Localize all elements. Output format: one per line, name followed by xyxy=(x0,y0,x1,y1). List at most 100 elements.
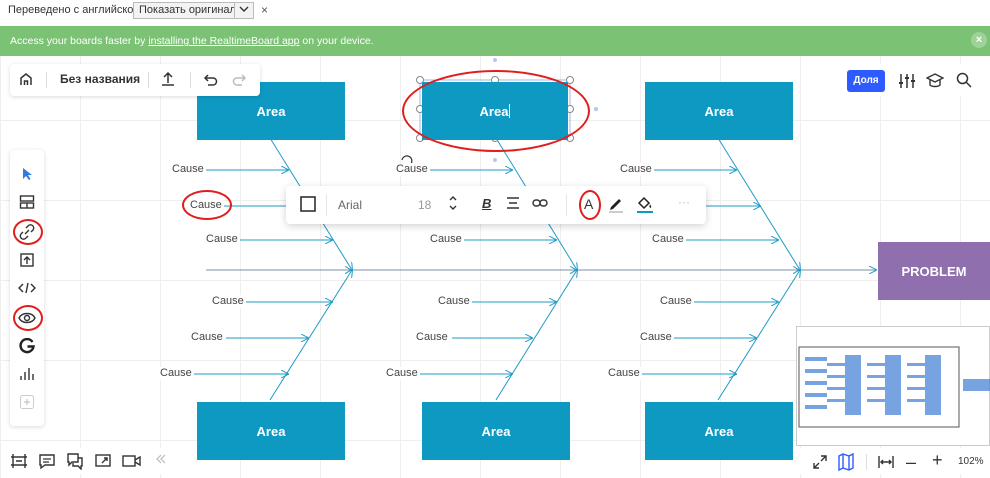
bone-bottom-2 xyxy=(495,270,577,401)
area-box[interactable]: Area xyxy=(422,402,570,460)
chart-tool[interactable] xyxy=(15,362,39,386)
screen-share-button[interactable] xyxy=(94,452,112,475)
google-drive-tool[interactable] xyxy=(15,334,39,358)
comment-icon xyxy=(39,454,55,470)
cause-label[interactable]: Cause xyxy=(414,331,450,344)
connector-dot[interactable] xyxy=(493,158,497,162)
cause-label[interactable]: Cause xyxy=(210,295,246,308)
font-family-select[interactable]: Arial xyxy=(338,198,362,212)
cause-label[interactable]: Cause xyxy=(436,295,472,308)
chat-button[interactable] xyxy=(66,452,84,475)
search-button[interactable] xyxy=(956,72,972,93)
link-tool[interactable] xyxy=(15,220,39,244)
divider xyxy=(866,454,867,470)
upload-tool[interactable] xyxy=(15,248,39,272)
board-title[interactable]: Без названия xyxy=(60,72,140,86)
connector-dot[interactable] xyxy=(594,107,598,111)
highlight-button[interactable] xyxy=(608,195,624,216)
plus-icon xyxy=(20,395,34,409)
install-app-link[interactable]: installing the RealtimeBoard app xyxy=(148,35,299,47)
cause-label[interactable]: Cause xyxy=(189,331,225,344)
home-button[interactable] xyxy=(18,71,34,90)
cause-label[interactable]: Cause xyxy=(618,163,654,176)
code-icon xyxy=(18,282,36,294)
embed-tool[interactable] xyxy=(15,276,39,300)
align-button[interactable] xyxy=(506,196,520,213)
translate-close-button[interactable]: × xyxy=(261,3,268,17)
cause-label[interactable]: Cause xyxy=(204,233,240,246)
view-tool[interactable] xyxy=(15,306,39,330)
show-original-button[interactable]: Показать оригинал xyxy=(133,2,242,19)
undo-button[interactable] xyxy=(202,72,218,89)
problem-box[interactable]: PROBLEM xyxy=(878,242,990,300)
app-install-banner: Access your boards faster by installing … xyxy=(0,26,990,56)
font-size-stepper[interactable] xyxy=(448,194,458,215)
translate-options-button[interactable] xyxy=(234,2,254,19)
frames-button[interactable] xyxy=(10,452,28,475)
cause-label[interactable]: Cause xyxy=(606,367,642,380)
left-toolbar xyxy=(10,150,44,426)
link-button[interactable] xyxy=(532,196,548,213)
eye-icon xyxy=(18,312,36,324)
square-icon xyxy=(300,196,316,212)
map-button[interactable] xyxy=(838,452,854,476)
area-box-editing[interactable]: Area xyxy=(422,82,568,140)
shape-button[interactable] xyxy=(300,196,316,215)
text-color-button[interactable]: A xyxy=(584,196,593,212)
more-options-button[interactable]: ··· xyxy=(678,195,690,209)
upload-icon xyxy=(162,71,174,86)
share-button[interactable]: Доля xyxy=(847,70,885,92)
learning-button[interactable] xyxy=(925,73,945,94)
cause-label[interactable]: Cause xyxy=(188,199,224,212)
connector-dot[interactable] xyxy=(493,58,497,62)
minimap-preview xyxy=(798,346,990,428)
bone-bottom-3 xyxy=(717,270,800,401)
templates-tool[interactable] xyxy=(15,190,39,214)
fill-color-button[interactable] xyxy=(636,195,654,216)
cause-label[interactable]: Cause xyxy=(658,295,694,308)
comments-button[interactable] xyxy=(38,452,56,475)
chat-icon xyxy=(67,453,83,471)
add-tool[interactable] xyxy=(15,390,39,414)
area-box[interactable]: Area xyxy=(645,402,793,460)
bold-button[interactable]: B xyxy=(482,196,491,211)
map-icon xyxy=(838,452,854,472)
search-icon xyxy=(956,72,972,88)
frames-icon xyxy=(11,454,27,468)
translated-notice: Переведено с английского xyxy=(8,4,144,16)
cursor-icon xyxy=(23,168,32,180)
redo-button[interactable] xyxy=(232,72,248,89)
collapse-button[interactable] xyxy=(156,453,166,468)
chevron-down-icon xyxy=(239,6,249,12)
cause-label[interactable]: Cause xyxy=(428,233,464,246)
align-center-icon xyxy=(507,197,519,209)
text-cursor xyxy=(509,104,511,118)
minimap[interactable] xyxy=(796,326,990,446)
banner-close-button[interactable]: × xyxy=(971,32,987,48)
sliders-icon xyxy=(899,74,915,88)
cause-label[interactable]: Cause xyxy=(394,163,430,176)
cause-label[interactable]: Cause xyxy=(650,233,686,246)
zoom-out-button[interactable]: – xyxy=(906,452,916,473)
top-right-toolbar: Доля xyxy=(840,64,990,96)
export-button[interactable] xyxy=(160,70,176,91)
settings-button[interactable] xyxy=(898,73,916,94)
fit-width-button[interactable] xyxy=(878,454,894,475)
board-canvas[interactable]: Area Area Area Area Area Area PROBLEM Ca… xyxy=(0,56,990,478)
video-call-button[interactable] xyxy=(122,452,142,475)
zoom-in-button[interactable]: + xyxy=(932,450,943,471)
fit-screen-button[interactable] xyxy=(812,454,828,475)
template-icon xyxy=(19,195,35,209)
font-size-input[interactable]: 18 xyxy=(418,198,431,212)
cause-label[interactable]: Cause xyxy=(170,163,206,176)
divider xyxy=(566,194,567,216)
paint-bucket-icon xyxy=(637,196,653,213)
board-header: Без названия xyxy=(10,64,260,96)
cause-label[interactable]: Cause xyxy=(384,367,420,380)
cause-label[interactable]: Cause xyxy=(158,367,194,380)
cause-label[interactable]: Cause xyxy=(638,331,674,344)
area-box[interactable]: Area xyxy=(197,402,345,460)
home-icon xyxy=(20,73,32,85)
area-box[interactable]: Area xyxy=(645,82,793,140)
select-tool[interactable] xyxy=(15,162,39,186)
